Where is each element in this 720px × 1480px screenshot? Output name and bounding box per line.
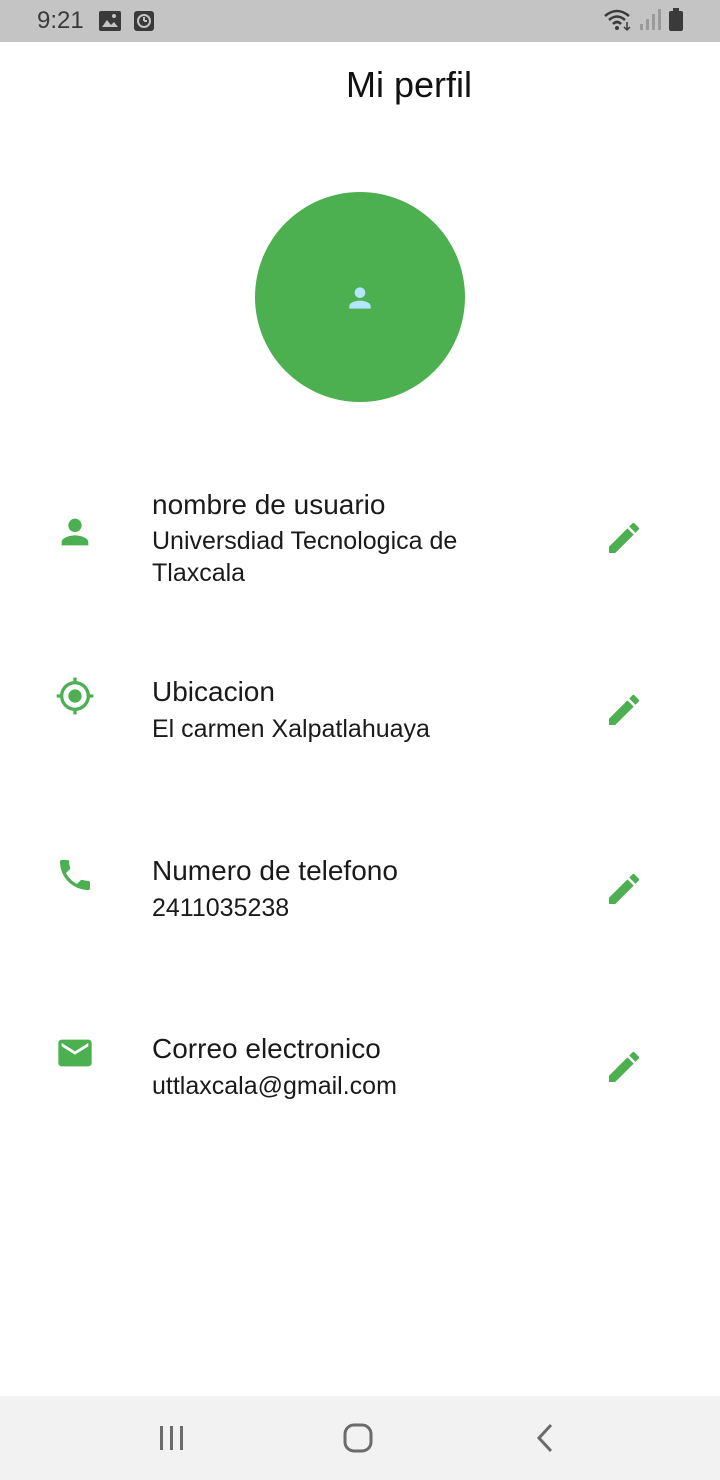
battery-icon [668,8,684,37]
field-value: 2411035238 [152,894,290,922]
phone-icon [55,855,95,900]
edit-icon [609,694,640,725]
field-value: El carmen Xalpatlahuaya [152,715,430,743]
back-icon [536,1423,553,1453]
edit-email-button[interactable] [600,1043,648,1091]
email-icon [55,1033,95,1078]
recent-apps-icon [160,1426,183,1450]
home-icon [343,1423,373,1453]
edit-icon [609,522,640,553]
system-nav-bar [0,1396,720,1480]
field-label: Correo electronico [152,1033,381,1064]
status-time: 9:21 [37,7,84,34]
edit-icon [609,873,640,904]
field-value: uttlaxcala@gmail.com [152,1072,397,1100]
edit-location-button[interactable] [600,686,648,734]
edit-username-button[interactable] [600,514,648,562]
field-value: Universdiad Tecnologica de Tlaxcala [152,527,458,587]
person-icon [55,512,95,557]
field-label: Ubicacion [152,676,275,707]
signal-icon [639,9,661,36]
gallery-icon [99,11,121,36]
person-icon [344,282,376,319]
location-icon [55,676,95,721]
page-title: Mi perfil [345,64,473,105]
clock-icon [134,11,154,36]
field-label: nombre de usuario [152,489,386,520]
status-bar: 9:21 [0,0,720,42]
recent-apps-button[interactable] [112,1396,232,1480]
edit-icon [609,1051,640,1082]
field-label: Numero de telefono [152,855,398,886]
wifi-icon [603,8,633,37]
back-button[interactable] [486,1396,606,1480]
profile-screen: 9:21 Mi perfil nombre de usuario Univers… [0,0,720,1480]
home-button[interactable] [298,1396,418,1480]
edit-phone-button[interactable] [600,865,648,913]
